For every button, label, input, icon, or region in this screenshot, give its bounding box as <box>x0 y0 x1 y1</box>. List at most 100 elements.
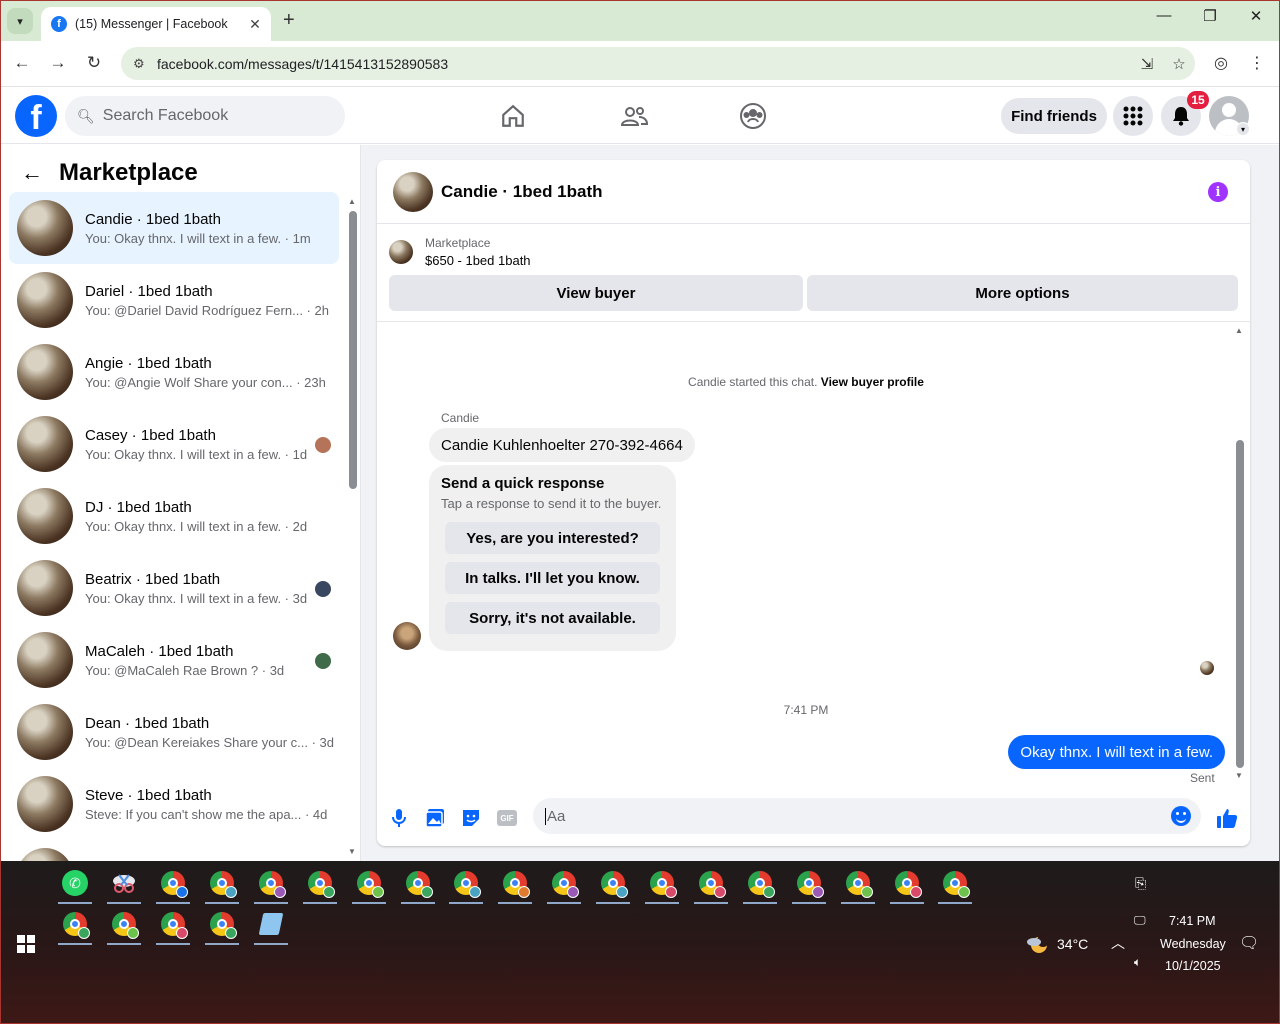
site-info-icon[interactable]: ⚙ <box>133 56 153 72</box>
url-text[interactable]: facebook.com/messages/t/1415413152890583 <box>157 56 1131 72</box>
quick-response-option[interactable]: In talks. I'll let you know. <box>445 562 660 594</box>
close-window-button[interactable]: ✕ <box>1233 7 1279 25</box>
taskbar-chrome-window[interactable] <box>936 864 974 904</box>
scroll-up-arrow-icon[interactable]: ▲ <box>1235 326 1243 335</box>
contact-avatar[interactable] <box>393 171 433 212</box>
view-buyer-button[interactable]: View buyer <box>389 275 803 311</box>
clock-time[interactable]: 7:41 PM <box>1169 914 1216 928</box>
taskbar-chrome-window[interactable] <box>203 864 241 904</box>
conversation-item[interactable]: Steve · 1bed 1bath Steve: If you can't sh… <box>9 768 339 840</box>
weather-temperature[interactable]: 34°C <box>1057 936 1088 952</box>
search-box[interactable]: 🔍︎ Search Facebook <box>65 96 345 136</box>
taskbar-chrome-window[interactable] <box>399 864 437 904</box>
search-input[interactable]: Search Facebook <box>103 107 228 125</box>
forward-arrow-icon[interactable]: → <box>47 53 69 73</box>
taskbar-chrome-window[interactable] <box>496 864 534 904</box>
conversation-item[interactable]: MaCaleh · 1bed 1bath You: @MaCaleh Rae Br… <box>9 624 339 696</box>
view-buyer-profile-link[interactable]: View buyer profile <box>821 375 924 389</box>
conversation-item[interactable]: Dean · 1bed 1bath You: @Dean Kereiakes Sh… <box>9 696 339 768</box>
back-arrow-icon[interactable]: ← <box>11 53 33 73</box>
conversation-item[interactable]: Dariel · 1bed 1bath You: @Dariel David Ro… <box>9 264 339 336</box>
taskbar-chrome-window[interactable] <box>790 864 828 904</box>
meet-now-icon[interactable]: ⎘ <box>1135 875 1146 892</box>
maximize-button[interactable]: ❐ <box>1187 7 1233 25</box>
chat-scrollbar[interactable] <box>1236 440 1244 768</box>
emoji-icon[interactable] <box>1171 806 1191 826</box>
volume-icon[interactable]: 🔈︎ <box>1134 955 1141 970</box>
taskbar-chrome-window[interactable] <box>447 864 485 904</box>
taskbar-notepad[interactable] <box>252 905 290 945</box>
find-friends-button[interactable]: Find friends <box>1001 98 1107 134</box>
taskbar-chrome-window[interactable] <box>105 905 143 945</box>
sidebar-title: Marketplace <box>59 159 198 186</box>
tab-search-button[interactable]: ▾ <box>7 8 33 34</box>
quick-response-option[interactable]: Sorry, it's not available. <box>445 602 660 634</box>
quick-response-option[interactable]: Yes, are you interested? <box>445 522 660 554</box>
taskbar-chrome-window[interactable] <box>643 864 681 904</box>
info-icon[interactable]: i <box>1208 182 1228 202</box>
friends-icon[interactable] <box>620 102 648 130</box>
account-chevron-icon[interactable]: ▾ <box>1236 122 1250 136</box>
profile-icon[interactable]: ◎ <box>1209 53 1233 73</box>
menu-grid-button[interactable] <box>1113 96 1153 136</box>
taskbar-chrome-window[interactable] <box>252 864 290 904</box>
contact-name[interactable]: Candie · 1bed 1bath <box>441 182 603 202</box>
new-tab-button[interactable]: + <box>283 9 295 32</box>
gif-icon[interactable]: GIF <box>495 806 519 830</box>
taskbar-snipping-tool[interactable] <box>105 864 143 904</box>
scroll-down-arrow-icon[interactable]: ▼ <box>348 847 356 856</box>
home-icon[interactable] <box>499 102 527 130</box>
conversation-item[interactable]: Candie · 1bed 1bath You: Okay thnx. I wil… <box>9 192 339 264</box>
taskbar-chrome-window[interactable] <box>350 864 388 904</box>
message-composer: GIF Aa <box>377 792 1250 846</box>
like-thumbs-up-icon[interactable] <box>1215 806 1239 830</box>
sticker-icon[interactable] <box>459 806 483 830</box>
taskbar-whatsapp[interactable]: ✆ <box>56 864 94 904</box>
scroll-down-arrow-icon[interactable]: ▼ <box>1235 771 1243 780</box>
network-icon[interactable]: 🖵︎ <box>1134 913 1146 928</box>
taskbar-chrome-window[interactable] <box>154 905 192 945</box>
minimize-button[interactable]: — <box>1141 7 1187 24</box>
menu-kebab-icon[interactable]: ⋮ <box>1245 53 1269 73</box>
back-arrow-icon[interactable]: ← <box>21 160 43 186</box>
close-tab-icon[interactable]: ✕ <box>245 16 265 33</box>
outgoing-message[interactable]: Okay thnx. I will text in a few. <box>1008 735 1225 769</box>
taskbar-chrome-window[interactable] <box>888 864 926 904</box>
microphone-icon[interactable] <box>387 806 411 830</box>
browser-tab[interactable]: f (15) Messenger | Facebook ✕ <box>41 7 271 41</box>
show-hidden-icons-chevron-icon[interactable]: ︿ <box>1111 933 1125 953</box>
windows-taskbar: ✆ ⎘ 34°C ︿ 🖵︎ 🔈︎ 7:41 PM Wednesday 10/1/… <box>1 861 1279 1023</box>
taskbar-chrome-window[interactable] <box>839 864 877 904</box>
taskbar-chrome-window[interactable] <box>56 905 94 945</box>
notification-center-icon[interactable]: 🗨︎ <box>1239 933 1259 953</box>
taskbar-chrome-window[interactable] <box>741 864 779 904</box>
windows-start-icon[interactable] <box>17 935 35 953</box>
incoming-message[interactable]: Candie Kuhlenhoelter 270-392-4664 <box>429 428 695 462</box>
conversation-item[interactable]: DJ · 1bed 1bath You: Okay thnx. I will te… <box>9 480 339 552</box>
facebook-logo-icon[interactable]: f <box>15 95 57 137</box>
photo-icon[interactable] <box>423 806 447 830</box>
install-app-icon[interactable]: ⇲ <box>1131 55 1163 73</box>
taskbar-chrome-window[interactable] <box>594 864 632 904</box>
groups-icon[interactable] <box>739 102 767 130</box>
taskbar-chrome-window[interactable] <box>692 864 730 904</box>
taskbar-chrome-window[interactable] <box>203 905 241 945</box>
chrome-icon <box>210 912 237 939</box>
conversation-item[interactable]: Kayla · 1bed 1bath <box>9 840 339 861</box>
clock-day[interactable]: Wednesday <box>1160 937 1226 951</box>
conversation-item[interactable]: Casey · 1bed 1bath You: Okay thnx. I will… <box>9 408 339 480</box>
reload-icon[interactable]: ↻ <box>83 53 105 73</box>
bookmark-star-icon[interactable]: ☆ <box>1163 55 1195 73</box>
taskbar-chrome-window[interactable] <box>545 864 583 904</box>
taskbar-chrome-window[interactable] <box>301 864 339 904</box>
clock-date[interactable]: 10/1/2025 <box>1165 959 1221 973</box>
weather-moon-icon[interactable] <box>1026 933 1049 955</box>
address-bar[interactable]: ⚙ facebook.com/messages/t/14154131528905… <box>121 47 1195 80</box>
scroll-up-arrow-icon[interactable]: ▲ <box>348 197 356 206</box>
conversation-item[interactable]: Beatrix · 1bed 1bath You: Okay thnx. I wi… <box>9 552 339 624</box>
taskbar-chrome-window[interactable] <box>154 864 192 904</box>
message-input[interactable]: Aa <box>533 798 1201 834</box>
more-options-button[interactable]: More options <box>807 275 1238 311</box>
conversation-item[interactable]: Angie · 1bed 1bath You: @Angie Wolf Share… <box>9 336 339 408</box>
sidebar-scrollbar[interactable] <box>349 211 357 489</box>
